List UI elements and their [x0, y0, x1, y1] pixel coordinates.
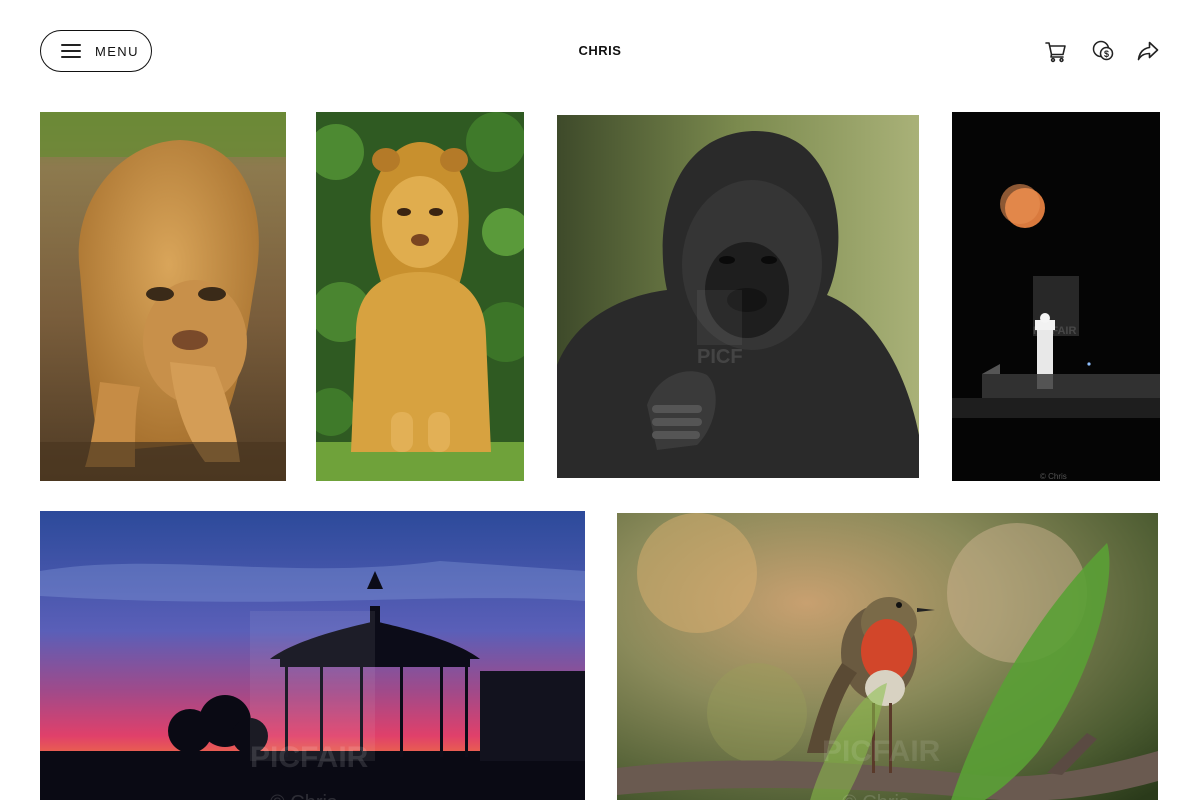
site-title[interactable]: CHRIS: [0, 43, 1200, 58]
svg-text:$: $: [1104, 49, 1109, 59]
watermark-photo-5: PICFAIR: [250, 741, 369, 774]
photo-bandstand-sunset[interactable]: PICFAIR © Chris: [40, 511, 585, 800]
watermark-photo-6: PICFAIR: [822, 735, 941, 768]
photo-robin-branch[interactable]: PICFAIR © Chris: [617, 513, 1158, 800]
credit-photo-4: © Chris: [1040, 472, 1067, 481]
credit-photo-6: © Chris: [842, 792, 909, 800]
page: MENU CHRIS $ PICF PICFAIR © Chris PICFAI…: [0, 0, 1200, 800]
share-icon[interactable]: [1135, 38, 1161, 64]
photo-moon-lighthouse[interactable]: PICFAIR © Chris: [952, 112, 1160, 481]
credit-photo-5: © Chris: [270, 792, 337, 800]
photo-gorilla[interactable]: PICF: [557, 115, 919, 478]
photo-lion-cub-sitting[interactable]: [316, 112, 524, 481]
photo-lion-cub-walking[interactable]: [40, 112, 286, 481]
cart-icon[interactable]: [1043, 38, 1069, 64]
svg-text:PICF: PICF: [697, 346, 743, 368]
pricing-icon[interactable]: $: [1091, 38, 1117, 64]
site-header: MENU CHRIS $: [0, 0, 1200, 100]
